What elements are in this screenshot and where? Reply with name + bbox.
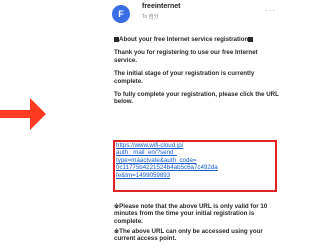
email-title-text: About your free Internet service registr… — [119, 36, 249, 43]
email-paragraph-2: The initial stage of your registration i… — [114, 70, 255, 85]
email-note-1: ※Please note that the above URL is only … — [114, 203, 268, 225]
email-paragraph-3: To fully complete your registration, ple… — [114, 91, 279, 106]
registration-link[interactable]: https://www.wifi-cloud.jp/ auth_ mail_en… — [116, 142, 274, 179]
email-title: About your free Internet service registr… — [114, 36, 279, 43]
email-note-2: ※The above URL can only be accessed usin… — [114, 228, 263, 243]
avatar-icon[interactable]: F — [112, 5, 130, 23]
square-bullet-icon — [248, 36, 254, 42]
email-body: About your free Internet service registr… — [114, 36, 279, 112]
sender-name: freeinternet — [142, 3, 181, 10]
avatar-letter: F — [118, 9, 124, 19]
more-icon[interactable]: ... — [265, 3, 276, 13]
right-arrow-icon — [0, 98, 46, 130]
recipient-text: To 自分 — [142, 14, 159, 20]
email-paragraph-1: Thank you for registering to use our fre… — [114, 49, 258, 64]
email-header: F freeinternet To 自分 ... — [104, 0, 282, 36]
